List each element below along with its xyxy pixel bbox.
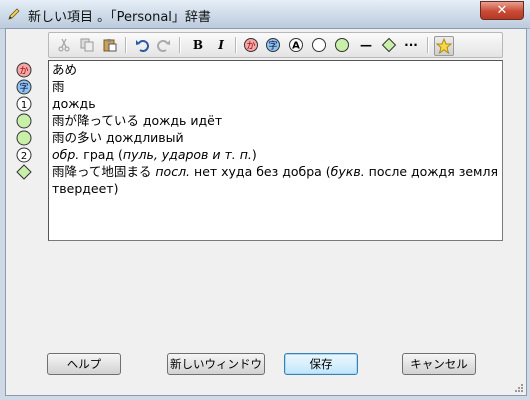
entry-proverb-continued: твердеет)	[52, 181, 119, 196]
toolbar-separator	[427, 37, 429, 53]
circle-a-button[interactable]: A	[287, 36, 305, 54]
green-circle-button[interactable]	[333, 36, 351, 54]
dialog-client-area: B I か 字 A — ··· か 字 1 2 あめ 雨 дождь 雨が降って…	[5, 28, 527, 396]
kana-marker-icon: か	[16, 62, 32, 78]
new-window-button[interactable]: 新しいウィンドウ	[167, 353, 265, 375]
svg-text:A: A	[292, 41, 300, 52]
title-bar: 新しい項目 。「Personal」辞書 ✕	[0, 0, 530, 29]
entry-proverb: 雨降って地固まる посл. нет худа без добра (букв.…	[52, 164, 498, 179]
window-title: 新しい項目 。「Personal」辞書	[28, 10, 211, 25]
entry-reading: あめ	[52, 62, 78, 77]
star-icon[interactable]	[434, 36, 454, 56]
entry-translation: дождь	[52, 96, 96, 111]
diamond-button[interactable]	[380, 36, 398, 54]
entry-figurative: обр. град (пуль, ударов и т. п.)	[52, 147, 257, 162]
resize-grip-icon[interactable]	[512, 381, 524, 393]
svg-text:1: 1	[21, 100, 27, 111]
sense-number-1-icon: 1	[16, 96, 32, 112]
svg-text:か: か	[246, 41, 255, 52]
svg-text:か: か	[19, 66, 28, 77]
cut-icon[interactable]	[55, 36, 73, 54]
italic-button[interactable]: I	[212, 36, 230, 54]
copy-icon[interactable]	[78, 36, 96, 54]
bold-button[interactable]: B	[189, 36, 207, 54]
kana-marker-button[interactable]: か	[242, 36, 260, 54]
idiom-diamond-icon	[16, 164, 32, 180]
example-circle-icon	[16, 130, 32, 146]
svg-text:字: 字	[268, 40, 277, 52]
pencil-icon	[6, 6, 22, 22]
help-button[interactable]: ヘルプ	[47, 353, 121, 375]
svg-text:字: 字	[19, 82, 28, 94]
white-circle-button[interactable]	[310, 36, 328, 54]
paste-icon[interactable]	[101, 36, 119, 54]
toolbar-separator	[235, 37, 237, 53]
entry-example: 雨の多い дождливый	[52, 130, 184, 145]
redo-icon[interactable]	[155, 36, 173, 54]
close-button[interactable]: ✕	[480, 1, 524, 20]
entry-headword: 雨	[52, 79, 65, 94]
entry-text-editor[interactable]: あめ 雨 дождь 雨が降っている дождь идёт 雨の多い дождл…	[48, 60, 503, 241]
example-circle-icon	[16, 113, 32, 129]
dash-button[interactable]: —	[357, 36, 375, 54]
kanji-marker-button[interactable]: 字	[264, 36, 282, 54]
entry-example: 雨が降っている дождь идёт	[52, 113, 223, 128]
toolbar-separator	[179, 37, 181, 53]
kanji-marker-icon: 字	[16, 79, 32, 95]
toolbar-separator	[125, 37, 127, 53]
svg-text:2: 2	[21, 151, 27, 162]
sense-number-2-icon: 2	[16, 147, 32, 163]
dots-button[interactable]: ···	[402, 36, 420, 54]
formatting-toolbar: B I か 字 A — ···	[48, 32, 503, 58]
undo-icon[interactable]	[133, 36, 151, 54]
cancel-button[interactable]: キャンセル	[402, 353, 476, 375]
save-button[interactable]: 保存	[284, 353, 358, 375]
